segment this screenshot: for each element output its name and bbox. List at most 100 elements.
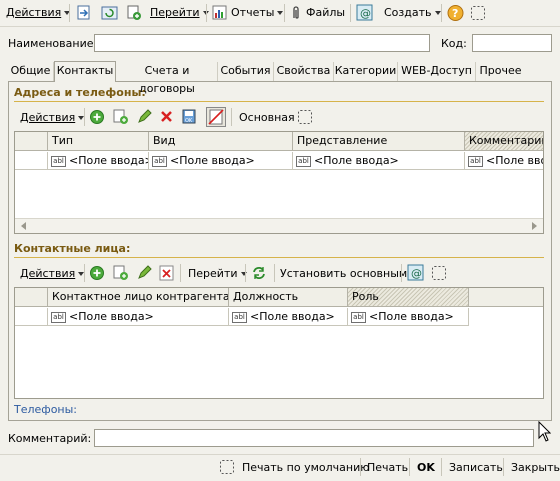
list-settings-icon[interactable] [297, 109, 313, 125]
edit-icon[interactable] [136, 108, 154, 126]
toolbar-separator [503, 458, 504, 476]
contacts-col-position[interactable]: Должность [229, 288, 348, 307]
refresh-icon[interactable] [251, 264, 269, 282]
addresses-actions-menu[interactable]: Действия [20, 111, 85, 124]
close-button[interactable]: Закрыть [511, 461, 560, 474]
cell-text: <Поле ввода> [369, 310, 454, 323]
addresses-section-title: Адреса и телефоны: [14, 86, 146, 99]
toolbar-separator [245, 264, 246, 282]
form-settings-icon[interactable] [219, 459, 235, 475]
toolbar-create-menu[interactable]: Создать [384, 6, 441, 19]
addresses-col-type[interactable]: Тип [48, 132, 149, 151]
ok-button[interactable]: OK [417, 461, 435, 474]
contacts-col-filler [469, 288, 543, 307]
contacts-col-contact-person[interactable]: Контактное лицо контрагента [48, 288, 229, 307]
toolbar-separator [84, 264, 85, 282]
contacts-goto-menu[interactable]: Перейти [188, 267, 247, 280]
text-field-icon: abl [468, 155, 483, 167]
contacts-section-title: Контактные лица: [14, 242, 131, 255]
set-main-contact-button[interactable]: Установить основным [280, 267, 407, 280]
add-icon[interactable] [89, 264, 107, 282]
toolbar-separator [180, 264, 181, 282]
contacts-table: Контактное лицо контрагента Должность Ро… [14, 287, 544, 399]
addresses-table: Тип Вид Представление Комментарии abl <По… [14, 131, 544, 234]
tab-categories[interactable]: Категории [334, 62, 398, 81]
toolbar-files-button[interactable]: Файлы [306, 6, 345, 19]
section-underline [14, 101, 544, 102]
toolbar-separator [401, 264, 402, 282]
addresses-type-cell[interactable]: abl <Поле ввода> [48, 152, 149, 170]
save-button[interactable]: Записать [449, 461, 503, 474]
addresses-horizontal-scrollbar[interactable] [15, 218, 543, 233]
contacts-actions-menu[interactable]: Действия [20, 267, 85, 280]
delete-icon[interactable] [158, 108, 176, 126]
cell-text: <Поле ввода> [250, 310, 335, 323]
contacts-col-role[interactable]: Роль [348, 288, 469, 307]
chevron-down-icon [434, 11, 441, 15]
name-field[interactable] [94, 34, 430, 52]
copy-document-icon[interactable] [126, 5, 144, 21]
set-deletion-mark-icon[interactable] [206, 107, 226, 127]
addresses-col-presentation[interactable]: Представление [293, 132, 465, 151]
toolbar-separator [284, 4, 285, 22]
comment-label: Комментарий: [8, 432, 92, 445]
tab-general[interactable]: Общие [8, 62, 54, 81]
email-icon[interactable]: @ [356, 4, 374, 22]
comment-field[interactable] [94, 429, 534, 447]
tab-web-access[interactable]: WEB-Доступ [398, 62, 476, 81]
code-label: Код: [441, 37, 467, 50]
contacts-goto-label: Перейти [188, 267, 238, 280]
paperclip-icon [293, 6, 299, 19]
cell-text: <Поле ввода> [69, 154, 149, 167]
phones-label: Телефоны: [14, 403, 78, 416]
post-document-icon[interactable] [75, 5, 93, 21]
text-field-icon: abl [51, 155, 66, 167]
contacts-role-cell[interactable]: abl <Поле ввода> [348, 308, 469, 326]
tab-contacts[interactable]: Контакты [54, 61, 116, 82]
add-icon[interactable] [89, 108, 107, 126]
set-main-address-button[interactable]: Основная [239, 111, 295, 124]
table-row[interactable] [15, 308, 48, 326]
copy-row-icon[interactable] [112, 108, 130, 126]
delete-icon[interactable] [158, 264, 176, 282]
tab-accounts[interactable]: Счета и договоры [117, 62, 218, 95]
edit-icon[interactable] [136, 264, 154, 282]
end-edit-icon[interactable]: OK [181, 108, 199, 126]
tab-other[interactable]: Прочее [476, 62, 525, 81]
text-field-icon: abl [296, 155, 311, 167]
chevron-down-icon [277, 11, 284, 15]
addresses-col-comments[interactable]: Комментарии [465, 132, 543, 151]
toolbar-reports-menu[interactable]: Отчеты [231, 6, 284, 19]
toolbar-separator [350, 4, 351, 22]
cell-text: <Поле ввода> [170, 154, 255, 167]
table-row[interactable] [15, 152, 48, 170]
help-icon[interactable]: ? [447, 4, 465, 22]
addresses-comments-cell[interactable]: abl<Поле ввода> [465, 152, 543, 170]
addresses-kind-cell[interactable]: abl <Поле ввода> [149, 152, 293, 170]
scroll-right-icon[interactable] [532, 222, 537, 230]
scroll-left-icon[interactable] [21, 222, 26, 230]
copy-row-icon[interactable] [112, 264, 130, 282]
form-settings-icon[interactable] [470, 5, 486, 21]
svg-text:@: @ [411, 267, 422, 280]
contacts-person-cell[interactable]: abl <Поле ввода> [48, 308, 229, 326]
addresses-col-kind[interactable]: Вид [149, 132, 293, 151]
email-icon[interactable]: @ [407, 264, 425, 282]
print-button[interactable]: Печать [367, 461, 408, 474]
print-default-button[interactable]: Печать по умолчанию [242, 461, 370, 474]
contacts-position-cell[interactable]: abl <Поле ввода> [229, 308, 348, 326]
addresses-presentation-cell[interactable]: abl <Поле ввода> [293, 152, 465, 170]
tab-properties[interactable]: Свойства [274, 62, 334, 81]
list-settings-icon[interactable] [431, 265, 447, 281]
tab-events[interactable]: События [218, 62, 274, 81]
toolbar-actions-menu[interactable]: Действия [6, 6, 71, 19]
toolbar-reports-label: Отчеты [231, 6, 275, 19]
toolbar-separator [441, 458, 442, 476]
resize-handle-icon[interactable] [537, 421, 551, 443]
code-field[interactable] [472, 34, 552, 52]
toolbar-goto-menu[interactable]: Перейти [150, 6, 209, 19]
toolbar-separator [360, 458, 361, 476]
svg-text:OK: OK [185, 118, 193, 124]
refresh-icon[interactable] [101, 5, 119, 21]
text-field-icon: abl [232, 311, 247, 323]
